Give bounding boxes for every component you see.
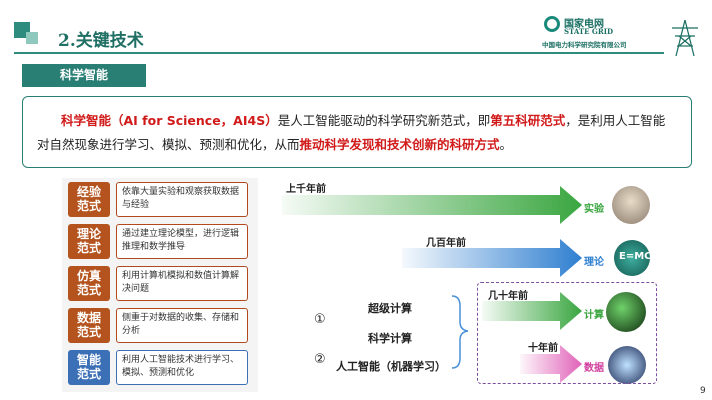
ai4s-term: 科学智能（AI for Science，AI4S） [61,113,278,128]
definition-text-1: 是人工智能驱动的科学研究新范式，即 [277,113,491,128]
paradigm-desc: 依靠大量实验和观察获取数据与经验 [116,182,248,217]
arrow-label-theory: 理论 [584,257,604,268]
paradigm-badge: 理论 范式 [68,224,110,259]
header-decor-square-small [26,32,38,44]
paradigm-item-experience: 经验 范式 依靠大量实验和观察获取数据与经验 [68,182,252,217]
header-divider [14,52,664,54]
recent-paradigms-box [477,282,657,384]
page-title: 2.关键技术 [58,31,144,51]
definition-highlight: 推动科学发现和技术创新的科研方式 [299,137,500,152]
logo-en-text: STATE GRID [564,27,614,36]
definition-end: 。 [499,137,513,152]
state-grid-logo: 国家电网 STATE GRID 中国电力科学研究院有限公司 [540,12,660,52]
paradigm-item-intelligence: 智能 范式 利用人工智能技术进行学习、模拟、预测和优化 [68,350,252,385]
state-grid-emblem-icon [544,16,560,32]
logo-subtitle: 中国电力科学研究院有限公司 [542,41,627,49]
paradigm-item-data: 数据 范式 侧重于对数据的收集、存储和分析 [68,308,252,343]
marker-one: ① [314,312,326,327]
time-label-centuries: 几百年前 [426,238,466,249]
label-ai-ml: 人工智能（机器学习） [336,360,446,373]
arrow-label-experiment: 实验 [584,204,604,215]
paradigm-badge: 仿真 范式 [68,266,110,301]
paradigm-badge: 经验 范式 [68,182,110,217]
label-supercomputing: 超级计算 [368,302,412,315]
fifth-paradigm-term: 第五科研范式 [490,113,566,128]
paradigm-badge: 智能 范式 [68,350,110,385]
paradigm-list: 经验 范式 依靠大量实验和观察获取数据与经验 理论 范式 通过建立理论模型，进行逻辑… [62,178,258,392]
theory-image: E=MC [614,240,652,276]
time-label-millennia: 上千年前 [286,184,326,195]
experiment-image [612,186,650,224]
paradigm-desc: 利用人工智能技术进行学习、模拟、预测和优化 [116,350,248,385]
label-scientific-computing: 科学计算 [368,332,412,345]
marker-two: ② [314,352,326,367]
definition-box: 科学智能（AI for Science，AI4S）是人工智能驱动的科学研究新范式… [22,96,692,168]
paradigm-desc: 侧重于对数据的收集、存储和分析 [116,308,248,343]
arrow-experiment [282,186,582,224]
power-tower-icon [672,19,698,57]
section-tab-ai4s: 科学智能 [22,64,146,87]
paradigm-desc: 通过建立理论模型，进行逻辑推理和数学推导 [116,224,248,259]
paradigm-item-theory: 理论 范式 通过建立理论模型，进行逻辑推理和数学推导 [68,224,252,259]
brace-icon [451,295,469,369]
paradigm-item-simulation: 仿真 范式 利用计算机模拟和数值计算解决问题 [68,266,252,301]
paradigm-badge: 数据 范式 [68,308,110,343]
paradigm-desc: 利用计算机模拟和数值计算解决问题 [116,266,248,301]
page-number: 9 [700,386,706,396]
